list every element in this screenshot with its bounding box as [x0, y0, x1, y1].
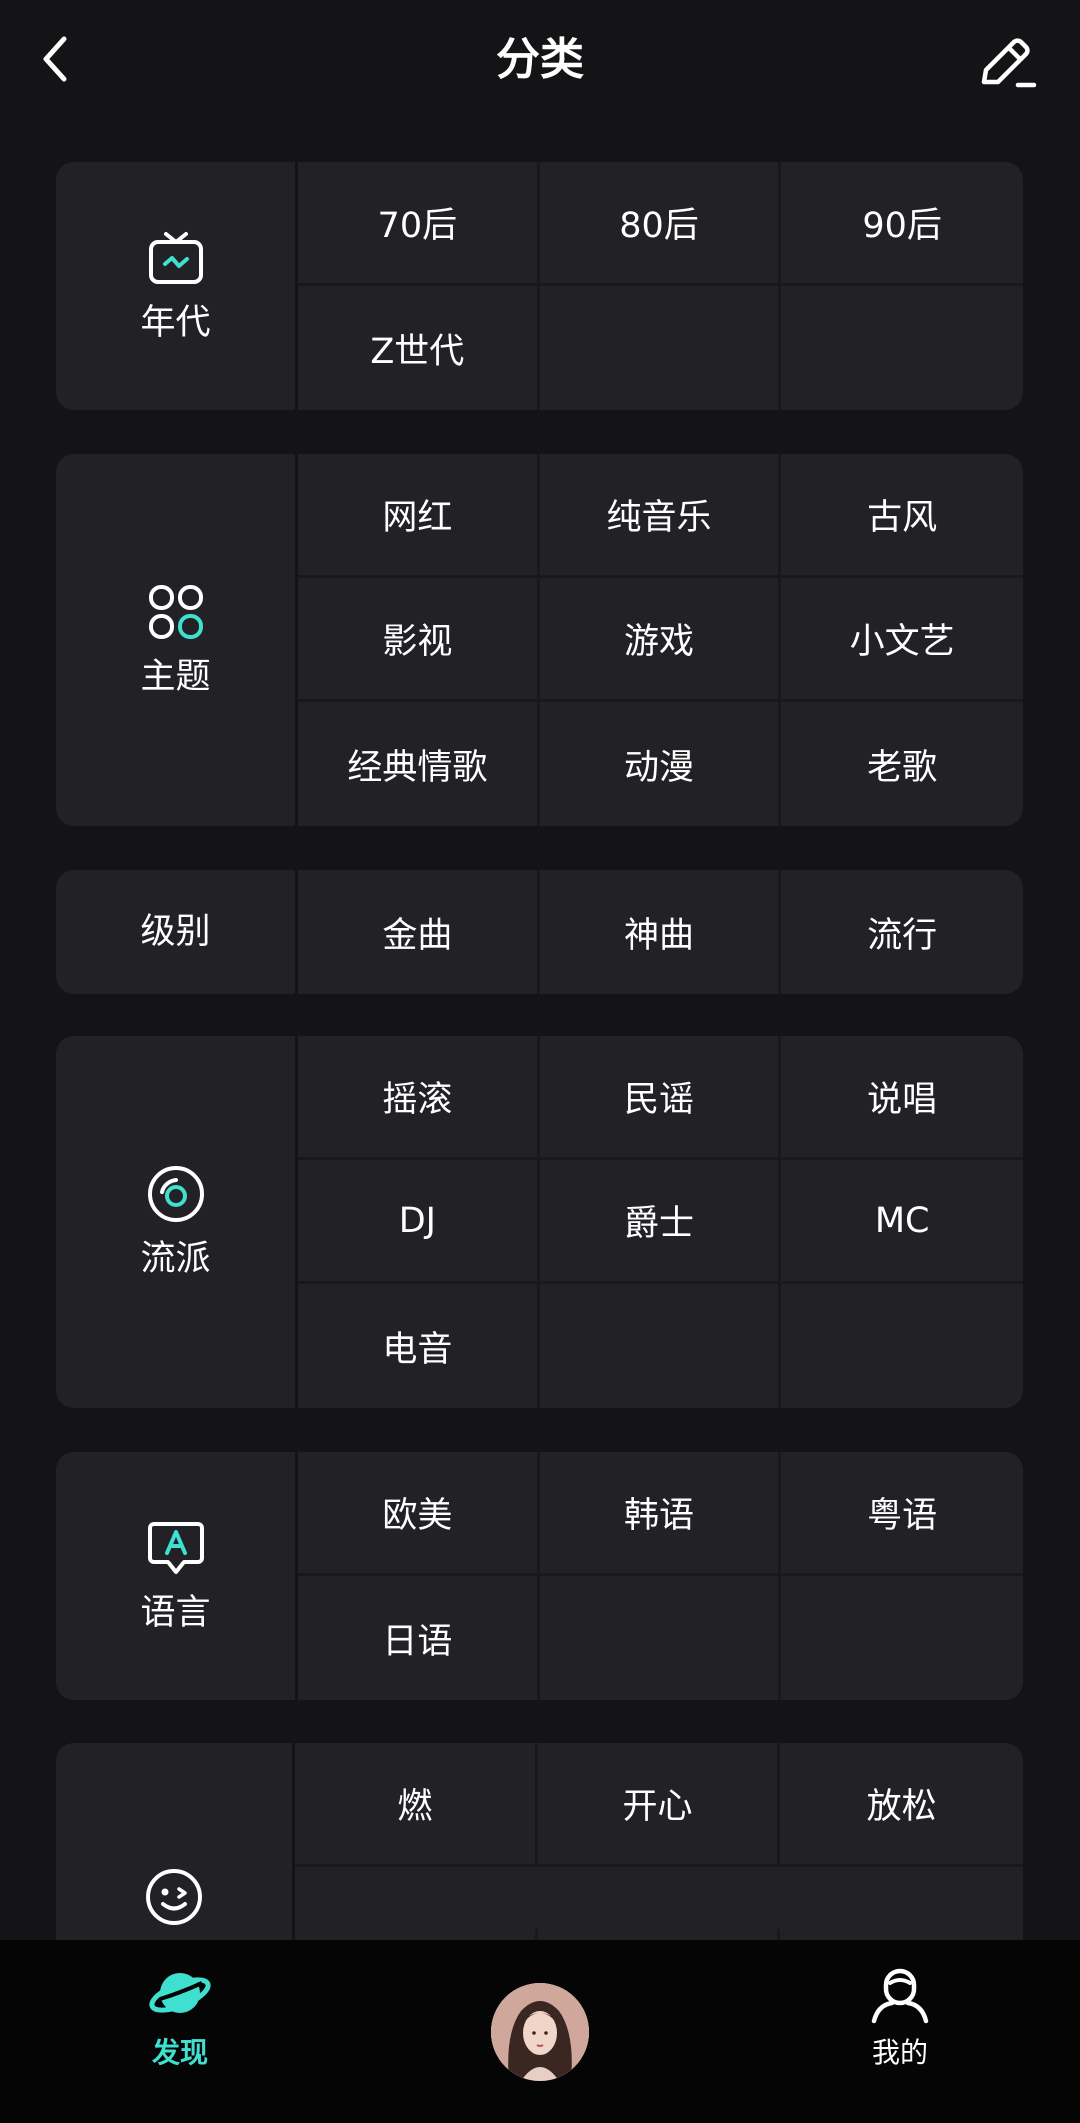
category-card-mood: 燃 开心 放松 甜蜜 治愈 丧: [56, 1743, 1023, 1940]
tag-item[interactable]: 80后: [539, 162, 782, 286]
tag-item[interactable]: 爵士: [539, 1160, 782, 1284]
category-card-theme: 主题 网红 纯音乐 古风 影视 游戏 小文艺 经典情歌 动漫 老歌: [56, 454, 1023, 826]
tag-item[interactable]: 放松: [780, 1743, 1023, 1867]
nav-mine[interactable]: 我的: [820, 1958, 980, 2072]
empty-tag-cell: [540, 1576, 782, 1700]
tag-item[interactable]: 治愈: [538, 1929, 781, 1940]
tag-item[interactable]: MC: [781, 1160, 1023, 1284]
tag-item[interactable]: 影视: [298, 578, 540, 702]
tag-item[interactable]: 游戏: [539, 578, 782, 702]
tag-item[interactable]: 民谣: [539, 1036, 782, 1160]
category-head-genre: 流派: [56, 1036, 298, 1408]
tag-item[interactable]: 网红: [298, 454, 540, 578]
tag-item[interactable]: 甜蜜: [295, 1929, 538, 1940]
tag-item[interactable]: 老歌: [781, 702, 1023, 826]
tag-item[interactable]: DJ: [298, 1160, 540, 1284]
tag-grid: 欧美 韩语 粤语 日语: [298, 1452, 1023, 1700]
category-label: 级别: [140, 912, 211, 952]
tag-grid: 摇滚 民谣 说唱 DJ 爵士 MC 电音: [298, 1036, 1023, 1408]
top-bar: 分类: [0, 0, 1080, 122]
page-title: 分类: [496, 34, 584, 85]
tag-item[interactable]: 电音: [298, 1284, 540, 1408]
tag-grid: 70后 80后 90后 Z世代: [298, 162, 1023, 410]
smile-icon: [142, 1865, 206, 1929]
category-card-genre: 流派 摇滚 民谣 说唱 DJ 爵士 MC 电音: [56, 1036, 1023, 1408]
category-card-language: 语言 欧美 韩语 粤语 日语: [56, 1452, 1023, 1700]
tag-item[interactable]: 金曲: [298, 870, 540, 994]
tag-grid: 金曲 神曲 流行: [298, 870, 1023, 994]
category-head-language: 语言: [56, 1452, 298, 1700]
category-head-mood: [56, 1743, 295, 1940]
user-icon: [865, 1958, 935, 2028]
planet-icon: [145, 1958, 215, 2028]
tag-item[interactable]: 神曲: [540, 870, 782, 994]
tag-item[interactable]: 粤语: [781, 1452, 1023, 1576]
tag-item[interactable]: 日语: [298, 1576, 540, 1700]
category-card-era: 年代 70后 80后 90后 Z世代: [56, 162, 1023, 410]
empty-tag-cell: [540, 1284, 782, 1408]
tag-item[interactable]: 说唱: [781, 1036, 1023, 1160]
empty-tag-cell: [781, 1576, 1023, 1700]
empty-tag-cell: [781, 1284, 1023, 1408]
language-icon: [144, 1516, 208, 1580]
tag-item[interactable]: 韩语: [539, 1452, 782, 1576]
tag-item[interactable]: 燃: [295, 1743, 538, 1867]
category-label: 流派: [140, 1239, 211, 1279]
tag-item[interactable]: 摇滚: [298, 1036, 540, 1160]
category-head-era: 年代: [56, 162, 298, 410]
tag-item[interactable]: 70后: [298, 162, 540, 286]
category-list[interactable]: 年代 70后 80后 90后 Z世代 主题 网红 纯音乐 古风 影视 游戏 小文…: [0, 0, 1080, 1940]
tag-item[interactable]: 经典情歌: [298, 702, 540, 826]
tag-grid: 网红 纯音乐 古风 影视 游戏 小文艺 经典情歌 动漫 老歌: [298, 454, 1023, 826]
tag-item[interactable]: 欧美: [298, 1452, 540, 1576]
nav-label: 我的: [871, 2036, 928, 2069]
pencil-icon: [981, 38, 1037, 88]
grid-icon: [144, 580, 208, 644]
category-head-level: 级别: [56, 870, 298, 994]
vinyl-icon: [144, 1162, 208, 1226]
avatar-portrait: [491, 1983, 589, 2081]
tag-item[interactable]: 90后: [781, 162, 1023, 286]
category-label: 主题: [140, 657, 211, 697]
tag-item[interactable]: 动漫: [540, 702, 782, 826]
tag-grid: 燃 开心 放松 甜蜜 治愈 丧: [295, 1743, 1023, 1940]
bottom-nav: 发现 我的: [0, 1940, 1080, 2123]
tag-item[interactable]: Z世代: [298, 286, 540, 410]
category-head-theme: 主题: [56, 454, 298, 826]
empty-tag-cell: [540, 286, 782, 410]
tag-item[interactable]: 古风: [781, 454, 1023, 578]
tag-item[interactable]: 丧: [780, 1929, 1023, 1940]
tag-item[interactable]: 小文艺: [781, 578, 1023, 702]
tag-item[interactable]: 纯音乐: [539, 454, 782, 578]
tag-item[interactable]: 开心: [537, 1743, 781, 1867]
empty-tag-cell: [781, 286, 1023, 410]
category-card-level: 级别 金曲 神曲 流行: [56, 870, 1023, 994]
nav-discover[interactable]: 发现: [100, 1958, 260, 2072]
category-label: 年代: [140, 303, 211, 343]
nav-label: 发现: [151, 2036, 208, 2069]
tag-item[interactable]: 流行: [781, 870, 1023, 994]
category-label: 语言: [140, 1593, 211, 1633]
edit-button[interactable]: [974, 28, 1040, 94]
tv-icon: [144, 226, 208, 290]
avatar[interactable]: [491, 1983, 589, 2081]
app-root: 年代 70后 80后 90后 Z世代 主题 网红 纯音乐 古风 影视 游戏 小文…: [0, 0, 1080, 2123]
